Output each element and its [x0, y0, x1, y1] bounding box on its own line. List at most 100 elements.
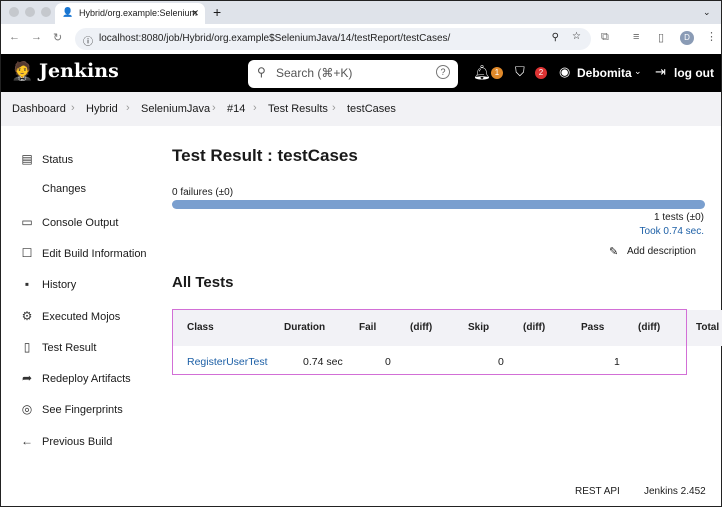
- fingerprint-icon: ◎: [21, 402, 33, 417]
- page-title: Test Result : testCases: [172, 146, 358, 165]
- user-menu[interactable]: Debomita: [577, 66, 632, 80]
- chevron-right-icon: ›: [71, 102, 75, 114]
- sidebar-item-label: Changes: [42, 183, 87, 196]
- sidebar-item-label: Edit Build Information: [42, 247, 147, 260]
- chevron-right-icon: ›: [212, 102, 216, 114]
- notification-badge: 1: [491, 67, 503, 79]
- add-description-button[interactable]: Add description: [627, 246, 696, 257]
- breadcrumb-dashboard[interactable]: Dashboard: [12, 103, 66, 115]
- sidebar-item-label: Executed Mojos: [42, 310, 121, 323]
- sidebar-item-label: Status: [42, 154, 74, 166]
- sidebar-item-redeploy-artifacts[interactable]: ➦ Redeploy Artifacts: [19, 371, 131, 385]
- side-panel-icon[interactable]: ▯: [658, 31, 664, 44]
- address-bar-area: ← → ↻ ⓘ localhost:8080/job/Hybrid/org.exa…: [1, 24, 721, 54]
- edit-icon: ✎: [609, 246, 619, 258]
- sidebar-item-previous-build[interactable]: ← Previous Build: [19, 434, 112, 448]
- breadcrumb-build[interactable]: #14: [227, 103, 245, 115]
- sidebar-item-label: Test Result: [42, 341, 97, 354]
- logout-icon: ⇥: [655, 64, 666, 79]
- chevron-down-icon[interactable]: ⌄: [634, 66, 642, 77]
- sidebar-item-label: Redeploy Artifacts: [42, 373, 131, 386]
- sidebar-item-changes[interactable]: Changes: [19, 183, 86, 195]
- help-icon[interactable]: ?: [436, 65, 450, 79]
- clipboard-icon: ▯: [23, 339, 31, 354]
- cell-duration: 0.74 sec: [303, 356, 343, 368]
- rest-api-link[interactable]: REST API: [575, 486, 620, 497]
- back-icon[interactable]: ←: [9, 31, 20, 43]
- column-header[interactable]: (diff): [638, 322, 660, 333]
- column-header[interactable]: Total: [696, 322, 719, 333]
- sidebar-item-edit-build-information[interactable]: ☐ Edit Build Information: [19, 246, 147, 260]
- breadcrumb-testcases[interactable]: testCases: [347, 103, 396, 115]
- url-text: localhost:8080/job/Hybrid/org.example$Se…: [99, 33, 451, 44]
- close-tab-icon[interactable]: ✕: [191, 8, 199, 19]
- tab-list-icon[interactable]: ⌄: [703, 7, 711, 18]
- browser-tab[interactable]: 👤 Hybrid/org.example:Selenium ✕: [55, 3, 205, 24]
- took-link[interactable]: Took 0.74 sec.: [640, 226, 704, 237]
- sidebar-item-console-output[interactable]: ▭ Console Output: [19, 215, 118, 229]
- column-header[interactable]: Skip: [468, 322, 489, 333]
- breadcrumb-hybrid[interactable]: Hybrid: [86, 103, 118, 115]
- breadcrumb: Dashboard › Hybrid › SeleniumJava › #14 …: [1, 92, 721, 126]
- jenkins-logo[interactable]: Jenkins: [39, 60, 119, 82]
- jenkins-logo-icon[interactable]: 🤵: [11, 61, 33, 82]
- document-icon: ▤: [21, 152, 33, 166]
- sidebar-item-status[interactable]: ▤ Status: [19, 152, 73, 166]
- sidebar-item-label: See Fingerprints: [42, 404, 123, 417]
- extensions-icon[interactable]: ⧉: [601, 31, 609, 44]
- search-input[interactable]: ⚲ Search (⌘+K)?: [248, 60, 458, 88]
- jenkins-favicon-icon: 👤: [62, 7, 74, 17]
- sidebar-item-label: Previous Build: [42, 435, 113, 448]
- reading-list-icon[interactable]: ≡: [633, 31, 639, 43]
- cell-fail: 0: [385, 356, 391, 368]
- minimize-window-button[interactable]: [25, 7, 35, 17]
- logout-link[interactable]: log out: [674, 66, 714, 80]
- chevron-right-icon: ›: [332, 102, 336, 114]
- browser-tab-bar: 👤 Hybrid/org.example:Selenium ✕ + ⌄: [1, 1, 721, 24]
- site-info-icon[interactable]: ⓘ: [83, 33, 93, 48]
- shield-icon[interactable]: ⛉: [515, 64, 525, 80]
- sidebar-item-history[interactable]: ▪ History: [19, 277, 76, 291]
- column-header[interactable]: Class: [187, 322, 214, 333]
- url-input[interactable]: ⓘ localhost:8080/job/Hybrid/org.example$S…: [75, 28, 591, 50]
- breadcrumb-test-results[interactable]: Test Results: [268, 103, 328, 115]
- redeploy-icon: ➦: [21, 371, 33, 386]
- maximize-window-button[interactable]: [41, 7, 51, 17]
- forward-icon[interactable]: →: [31, 31, 42, 43]
- sidebar-item-test-result[interactable]: ▯ Test Result: [19, 339, 97, 354]
- breadcrumb-seleniumjava[interactable]: SeleniumJava: [141, 103, 210, 115]
- column-header[interactable]: (diff): [410, 322, 432, 333]
- sidebar-item-label: History: [42, 279, 77, 292]
- edit-icon: ☐: [21, 245, 33, 260]
- cell-skip: 0: [498, 356, 504, 368]
- new-tab-icon[interactable]: +: [213, 4, 221, 20]
- bell-icon[interactable]: 🔔︎: [473, 64, 491, 81]
- column-header[interactable]: Pass: [581, 322, 604, 333]
- search-icon: ⚲: [257, 65, 266, 79]
- profile-avatar[interactable]: D: [680, 31, 694, 45]
- tab-title: Hybrid/org.example:Selenium: [79, 8, 198, 18]
- sidebar-item-label: Console Output: [42, 216, 119, 229]
- column-header[interactable]: Fail: [359, 322, 376, 333]
- user-icon: ◉: [559, 64, 571, 79]
- star-icon[interactable]: ☆: [572, 31, 581, 42]
- history-icon: ▪: [24, 277, 30, 292]
- sidebar-item-see-fingerprints[interactable]: ◎ See Fingerprints: [19, 402, 123, 416]
- failures-summary: 0 failures (±0): [172, 187, 234, 198]
- column-header[interactable]: (diff): [523, 322, 545, 333]
- arrow-left-icon: ←: [21, 433, 33, 448]
- reload-icon[interactable]: ↻: [53, 31, 62, 44]
- search-placeholder: Search (⌘+K): [276, 66, 353, 80]
- chevron-right-icon: ›: [253, 102, 257, 114]
- jenkins-version[interactable]: Jenkins 2.452: [644, 486, 706, 497]
- close-window-button[interactable]: [9, 7, 19, 17]
- zoom-icon[interactable]: ⚲: [552, 32, 559, 43]
- terminal-icon: ▭: [21, 214, 33, 229]
- class-link[interactable]: RegisterUserTest: [187, 356, 268, 368]
- test-progress-bar: [172, 200, 705, 209]
- cell-pass: 1: [614, 356, 620, 368]
- column-header[interactable]: Duration: [284, 322, 325, 333]
- sidebar-item-executed-mojos[interactable]: ⚙ Executed Mojos: [19, 308, 121, 323]
- menu-icon[interactable]: ⋮: [706, 30, 717, 43]
- gear-icon: ⚙: [21, 308, 33, 323]
